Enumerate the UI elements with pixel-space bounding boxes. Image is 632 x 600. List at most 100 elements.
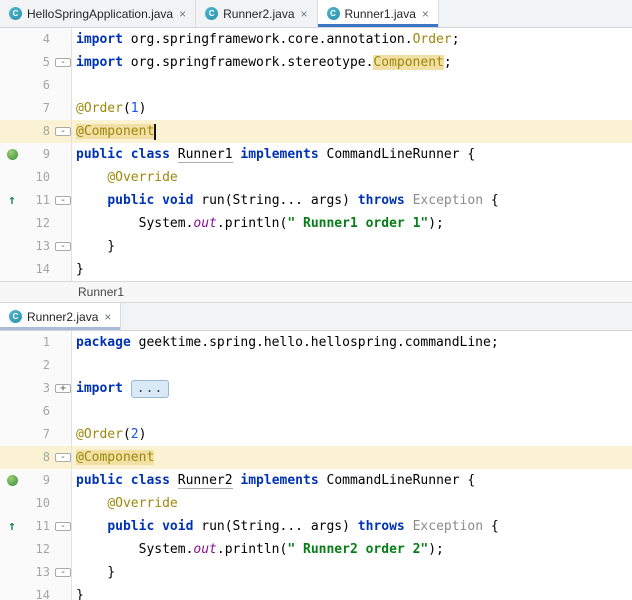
line-number: 6	[42, 78, 50, 92]
fold-marker-icon[interactable]: -	[55, 453, 71, 463]
fold-marker-icon[interactable]: -	[55, 127, 71, 137]
tab-label: Runner2.java	[27, 309, 99, 324]
code-line[interactable]: ↑ 11- public void run(String... args) thr…	[0, 515, 632, 538]
gutter-spacer	[4, 538, 20, 561]
gutter-spacer	[4, 400, 20, 423]
text-caret	[154, 123, 157, 140]
implements-method-icon[interactable]: ↑	[4, 515, 20, 538]
code-text: @Component	[76, 450, 155, 465]
close-tab-icon[interactable]: ×	[179, 8, 186, 20]
code-line[interactable]: 10 @Override	[0, 492, 632, 515]
editor-gutter: 1	[0, 331, 72, 354]
editor-gutter: 8-	[0, 446, 72, 469]
code-line[interactable]: 7 @Order(1)	[0, 97, 632, 120]
editor-gutter: 3 +	[0, 377, 72, 400]
code-line[interactable]: 8- @Component	[0, 446, 632, 469]
top-tab-bar: HelloSpringApplication.java × Runner2.ja…	[0, 0, 632, 28]
code-line[interactable]: 12 System.out.println(" Runner1 order 1"…	[0, 212, 632, 235]
tab-runner1-java[interactable]: Runner1.java ×	[317, 0, 439, 27]
editor-gutter: 9	[0, 143, 72, 166]
code-line[interactable]: 6	[0, 74, 632, 97]
java-class-icon	[326, 7, 340, 20]
editor-gutter: 7	[0, 97, 72, 120]
code-text: }	[76, 239, 116, 254]
java-class-icon	[9, 310, 22, 323]
code-line[interactable]: 9 public class Runner1 implements Command…	[0, 143, 632, 166]
gutter-spacer	[4, 74, 20, 97]
code-line[interactable]: 5- import org.springframework.stereotype.…	[0, 51, 632, 74]
java-class-icon	[9, 7, 22, 20]
code-line[interactable]: 14}	[0, 584, 632, 600]
code-line[interactable]: 1 package geektime.spring.hello.hellospri…	[0, 331, 632, 354]
code-text: @Override	[107, 170, 178, 185]
close-tab-icon[interactable]: ×	[104, 311, 111, 323]
line-number: 9	[42, 147, 50, 161]
tab-runner2-java-bottom[interactable]: Runner2.java ×	[0, 303, 122, 330]
top-editor-pane: HelloSpringApplication.java × Runner2.ja…	[0, 0, 632, 303]
code-text: @Component	[76, 123, 157, 140]
gutter-spacer	[4, 258, 20, 281]
editor-gutter: 4	[0, 28, 72, 51]
line-number: 12	[35, 216, 50, 230]
code-line[interactable]: 7 @Order(2)	[0, 423, 632, 446]
gutter-spacer	[4, 492, 20, 515]
line-number: 8	[42, 450, 50, 464]
fold-marker-icon[interactable]: -	[55, 58, 71, 68]
line-number: 7	[42, 427, 50, 441]
editor-gutter: 12	[0, 212, 72, 235]
code-line[interactable]: ↑ 11- public void run(String... args) thr…	[0, 189, 632, 212]
fold-marker-icon[interactable]: +	[55, 384, 71, 394]
fold-marker-icon[interactable]: -	[55, 522, 71, 532]
gutter-spacer	[4, 120, 20, 143]
editor-gutter: 6	[0, 74, 72, 97]
code-line[interactable]: 3 + import ...	[0, 377, 632, 400]
code-text: }	[76, 565, 116, 580]
gutter-spacer	[4, 212, 20, 235]
code-line[interactable]: 10 @Override	[0, 166, 632, 189]
code-text: package geektime.spring.hello.hellosprin…	[76, 335, 499, 350]
editor-gutter: 5-	[0, 51, 72, 74]
tab-hellospringapplication-java[interactable]: HelloSpringApplication.java ×	[0, 0, 197, 27]
line-number: 8	[42, 124, 50, 138]
folded-code-chip[interactable]: ...	[130, 380, 170, 398]
editor-runner1[interactable]: 4 import org.springframework.core.annotat…	[0, 28, 632, 281]
java-class-icon	[205, 7, 219, 20]
editor-gutter: 14	[0, 584, 72, 600]
code-line[interactable]: 13- }	[0, 561, 632, 584]
breadcrumb-bar: Runner1	[0, 281, 632, 303]
line-number: 4	[42, 32, 50, 46]
editor-gutter: 13-	[0, 235, 72, 258]
breadcrumb-item-runner1[interactable]: Runner1	[78, 285, 124, 299]
code-text: public void run(String... args) throws E…	[107, 519, 499, 534]
close-tab-icon[interactable]: ×	[301, 8, 308, 20]
code-line[interactable]: 14}	[0, 258, 632, 281]
editor-runner2[interactable]: 1 package geektime.spring.hello.hellospri…	[0, 331, 632, 600]
code-line[interactable]: 12 System.out.println(" Runner2 order 2"…	[0, 538, 632, 561]
tab-runner2-java[interactable]: Runner2.java ×	[196, 0, 318, 27]
editor-gutter: 9	[0, 469, 72, 492]
code-line[interactable]: 8- @Component	[0, 120, 632, 143]
gutter-spacer	[4, 354, 20, 377]
code-line[interactable]: 2	[0, 354, 632, 377]
fold-marker-icon[interactable]: -	[55, 196, 71, 206]
close-tab-icon[interactable]: ×	[422, 8, 429, 20]
code-text: @Override	[107, 496, 178, 511]
intellij-editor-split: HelloSpringApplication.java × Runner2.ja…	[0, 0, 632, 600]
gutter-spacer	[4, 97, 20, 120]
tab-label: HelloSpringApplication.java	[27, 6, 174, 21]
code-line[interactable]: 9 public class Runner2 implements Command…	[0, 469, 632, 492]
fold-marker-icon[interactable]: -	[55, 568, 71, 578]
line-number: 14	[35, 588, 50, 600]
editor-gutter: ↑ 11-	[0, 515, 72, 538]
code-line[interactable]: 4 import org.springframework.core.annotat…	[0, 28, 632, 51]
spring-bean-icon[interactable]	[4, 143, 20, 166]
editor-gutter: 8-	[0, 120, 72, 143]
implements-method-icon[interactable]: ↑	[4, 189, 20, 212]
code-line[interactable]: 13- }	[0, 235, 632, 258]
spring-bean-icon[interactable]	[4, 469, 20, 492]
fold-marker-icon[interactable]: -	[55, 242, 71, 252]
line-number: 10	[35, 496, 50, 510]
code-line[interactable]: 6	[0, 400, 632, 423]
gutter-spacer	[4, 28, 20, 51]
